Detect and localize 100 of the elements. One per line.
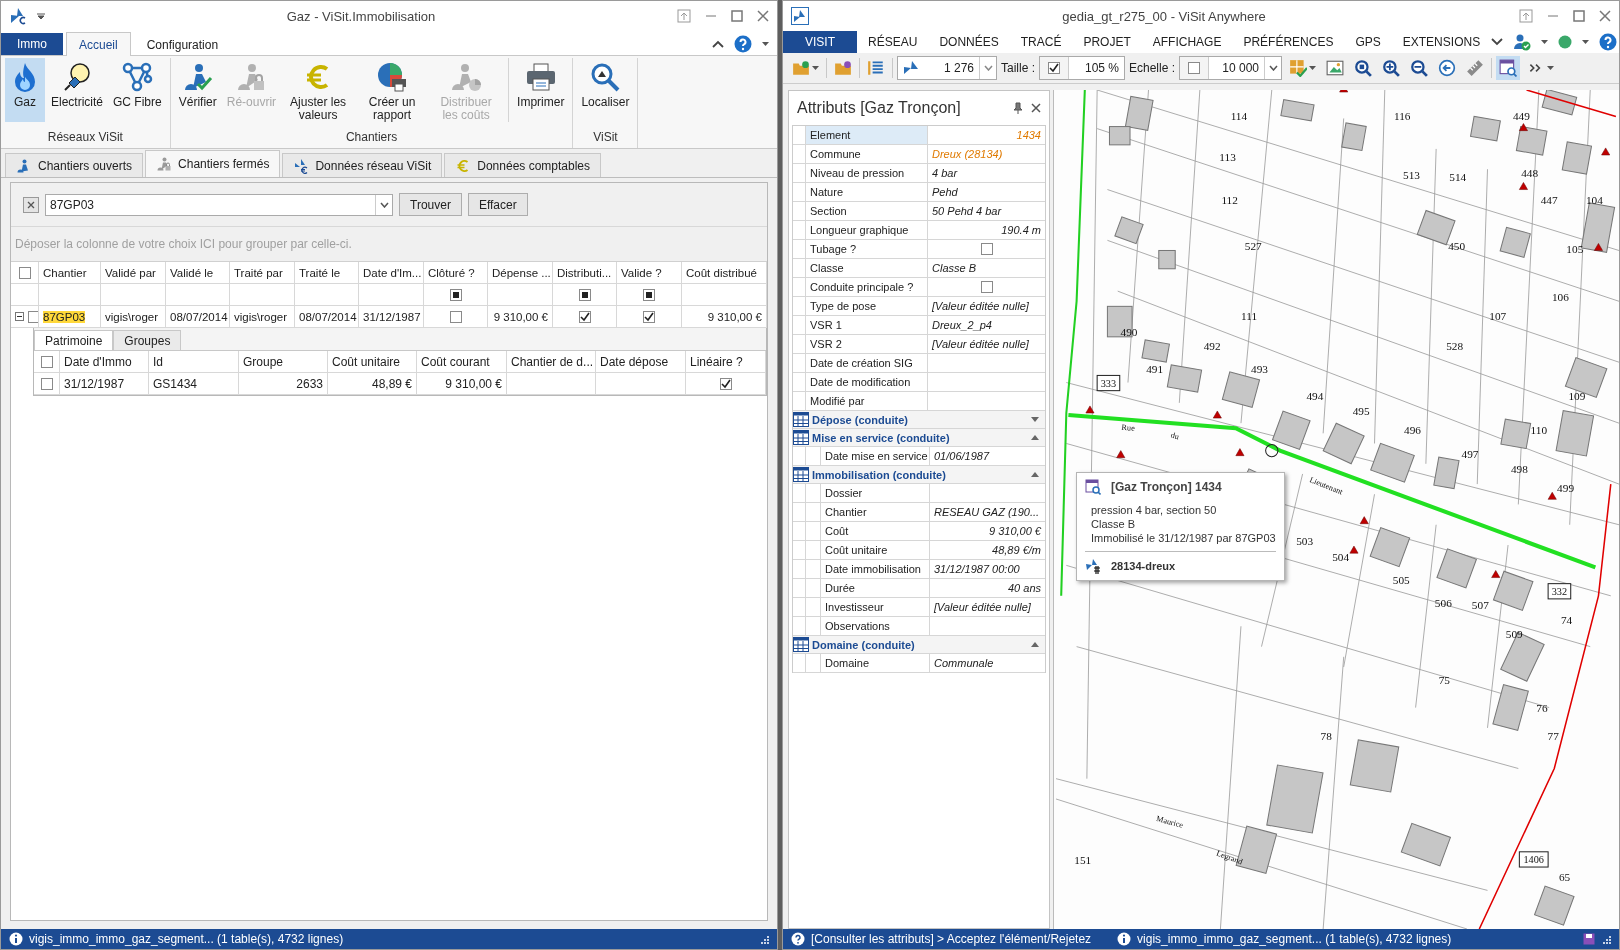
toolbar-button[interactable] xyxy=(1496,56,1521,80)
ribbon-button[interactable]: Electricité xyxy=(47,58,107,122)
resize-grip-icon[interactable] xyxy=(1601,934,1611,944)
checkbox[interactable] xyxy=(449,310,462,323)
restore-icon[interactable] xyxy=(1519,9,1533,23)
section-header[interactable]: Mise en service (conduite) xyxy=(793,429,1045,447)
section-header[interactable]: Dépose (conduite) xyxy=(793,411,1045,429)
close-icon[interactable] xyxy=(1599,10,1611,22)
ribbon-button[interactable]: Créer un rapport xyxy=(356,58,429,122)
help-icon[interactable] xyxy=(1599,33,1618,51)
document-tab[interactable]: Chantiers fermés xyxy=(145,150,281,177)
save-icon[interactable] xyxy=(1583,933,1595,945)
column-header[interactable]: Dépense ... xyxy=(488,262,553,284)
menu-tab[interactable]: PRÉFÉRENCES xyxy=(1232,31,1345,53)
maximize-icon[interactable] xyxy=(1573,10,1585,22)
column-header[interactable]: Valide ? xyxy=(617,262,682,284)
user-check-icon[interactable] xyxy=(1513,33,1532,51)
detail-tab[interactable]: Groupes xyxy=(113,330,182,350)
checkbox[interactable] xyxy=(980,243,993,255)
value-field[interactable]: 105 % xyxy=(1039,56,1125,80)
filter-cell[interactable] xyxy=(101,284,166,306)
ribbon-button[interactable]: Vérifier xyxy=(174,58,221,122)
close-icon[interactable] xyxy=(757,10,769,22)
filter-cell[interactable] xyxy=(39,284,101,306)
counter-field[interactable]: 1 276 xyxy=(897,56,997,80)
checkbox[interactable] xyxy=(578,310,591,323)
column-header[interactable]: Traité le xyxy=(295,262,359,284)
action-button[interactable]: Effacer xyxy=(467,193,528,216)
checkbox[interactable] xyxy=(643,310,655,323)
filter-cell[interactable] xyxy=(488,284,553,306)
menu-tab[interactable]: AFFICHAGE xyxy=(1141,31,1233,53)
parcel-number: 506 xyxy=(1434,597,1452,609)
filter-cell[interactable] xyxy=(682,284,767,306)
checkbox[interactable] xyxy=(1188,62,1201,74)
menu-tab[interactable]: TRACÉ xyxy=(1009,31,1073,53)
value-field[interactable]: 10 000 xyxy=(1179,56,1283,80)
help-icon[interactable] xyxy=(734,35,752,53)
column-header[interactable]: Coût distribué xyxy=(682,262,767,284)
detail-tab[interactable]: Patrimoine xyxy=(34,330,114,350)
app-tab[interactable]: Immo xyxy=(1,33,63,55)
menu-tab[interactable]: RÉSEAU xyxy=(857,31,929,53)
filter-cell[interactable] xyxy=(359,284,424,306)
action-button[interactable]: Trouver xyxy=(399,193,462,216)
restore-icon[interactable] xyxy=(677,9,691,23)
document-tab[interactable]: Données réseau ViSit xyxy=(282,153,443,177)
resize-grip-icon[interactable] xyxy=(759,934,769,944)
caret-icon[interactable] xyxy=(762,41,769,47)
ribbon-button[interactable]: GC Fibre xyxy=(109,58,166,122)
checkbox[interactable] xyxy=(719,377,732,390)
menu-tab[interactable]: PROJET xyxy=(1072,31,1142,53)
clear-button[interactable] xyxy=(23,196,39,213)
column-header[interactable]: Clôturé ? xyxy=(424,262,488,284)
checkbox[interactable] xyxy=(28,310,38,323)
checkbox[interactable] xyxy=(40,377,53,390)
column-header[interactable]: Validé le xyxy=(166,262,230,284)
ribbon-button[interactable]: Localiser xyxy=(577,58,634,122)
column-header[interactable]: Traité par xyxy=(230,262,295,284)
caret-icon[interactable] xyxy=(1582,39,1590,45)
checkbox[interactable] xyxy=(980,281,993,293)
collapse-icon[interactable] xyxy=(15,312,24,321)
ribbon-button[interactable]: Imprimer xyxy=(508,58,569,122)
checkbox[interactable] xyxy=(40,355,53,368)
valve-marker-icon xyxy=(1519,182,1528,190)
document-tab[interactable]: Données comptables xyxy=(444,153,601,177)
menu-tab[interactable]: VISIT xyxy=(783,31,857,53)
collapse-ribbon-icon[interactable] xyxy=(712,40,724,48)
column-header[interactable]: Chantier xyxy=(39,262,101,284)
filter-cell[interactable] xyxy=(424,284,488,306)
chevron-down-icon[interactable] xyxy=(1491,38,1504,46)
quick-access-caret-icon[interactable] xyxy=(37,13,45,19)
checkbox[interactable] xyxy=(18,266,31,279)
maximize-icon[interactable] xyxy=(731,10,743,22)
column-header[interactable]: Date d'Im... xyxy=(359,262,424,284)
search-field[interactable]: 87GP03 xyxy=(45,193,393,216)
status-dot-icon[interactable] xyxy=(1558,35,1573,49)
ribbon-tab[interactable]: Accueil xyxy=(66,32,131,56)
column-header[interactable]: Validé par xyxy=(101,262,166,284)
menu-tab[interactable]: EXTENSIONS xyxy=(1391,31,1492,53)
filter-cell[interactable] xyxy=(166,284,230,306)
filter-cell[interactable] xyxy=(617,284,682,306)
ribbon-button[interactable]: Gaz xyxy=(5,58,45,122)
ribbon-tab[interactable]: Configuration xyxy=(133,33,232,55)
menu-tab[interactable]: GPS xyxy=(1344,31,1392,53)
app-logo-icon[interactable] xyxy=(9,7,27,25)
section-header[interactable]: Domaine (conduite) xyxy=(793,636,1045,654)
checkbox[interactable] xyxy=(1048,62,1060,74)
close-icon[interactable] xyxy=(1031,103,1041,113)
app-logo-icon[interactable] xyxy=(791,7,809,25)
caret-icon[interactable] xyxy=(1541,39,1549,45)
filter-cell[interactable] xyxy=(11,284,39,306)
section-header[interactable]: Immobilisation (conduite) xyxy=(793,466,1045,484)
filter-cell[interactable] xyxy=(295,284,359,306)
pin-icon[interactable] xyxy=(1013,102,1023,114)
filter-cell[interactable] xyxy=(230,284,295,306)
column-header[interactable]: Distributi... xyxy=(553,262,617,284)
filter-cell[interactable] xyxy=(553,284,617,306)
menu-tab[interactable]: DONNÉES xyxy=(928,31,1010,53)
document-tab[interactable]: Chantiers ouverts xyxy=(5,153,144,177)
field-label: Modifié par xyxy=(806,392,928,410)
ribbon-button[interactable]: Ajuster les valeurs xyxy=(282,58,355,122)
